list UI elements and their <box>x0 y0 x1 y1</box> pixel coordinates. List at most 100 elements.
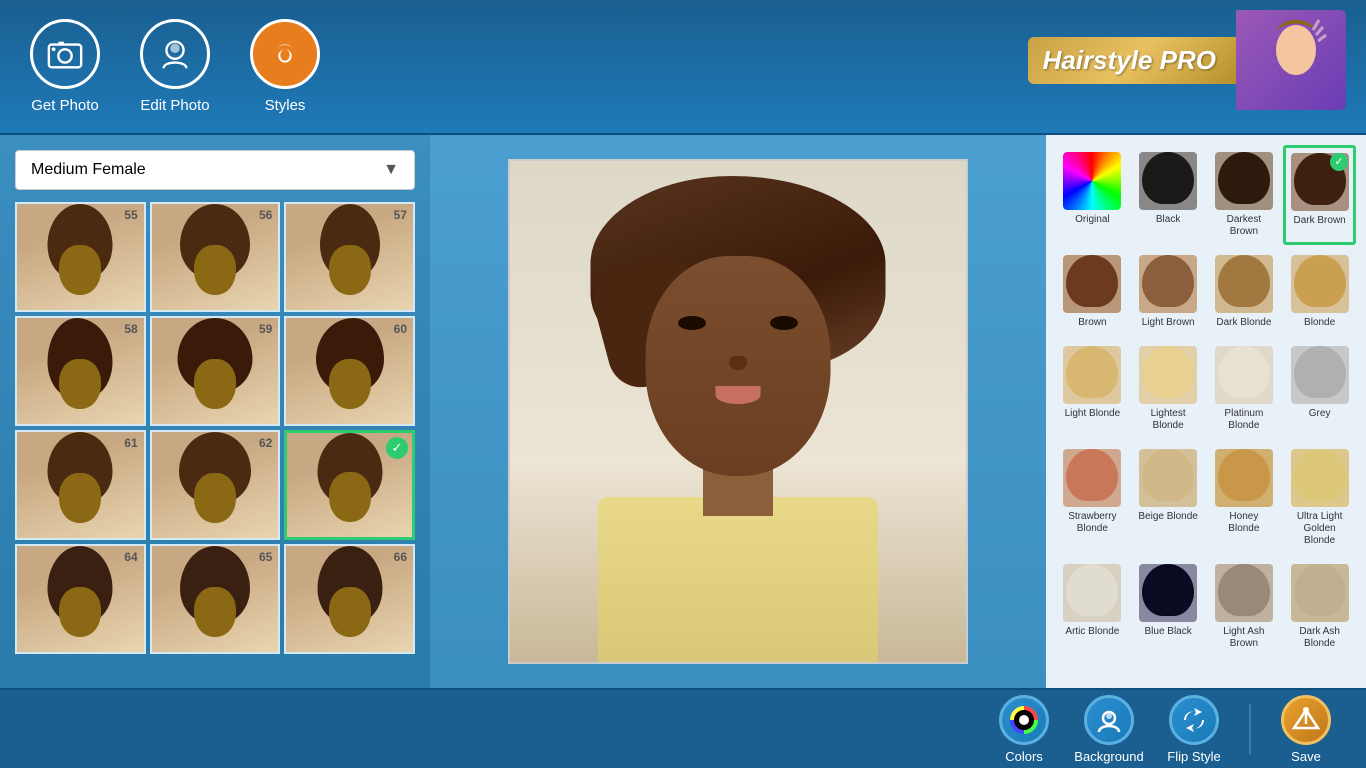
style-57[interactable]: 57 <box>284 202 415 312</box>
artic-blonde-label: Artic Blonde <box>1065 626 1119 638</box>
darkest-brown-label: Darkest Brown <box>1213 214 1276 238</box>
color-grid: Original Black Darkest Brown <box>1056 145 1356 657</box>
flip-style-button[interactable]: Flip Style <box>1154 695 1234 764</box>
color-dark-blonde[interactable]: Dark Blonde <box>1208 248 1281 336</box>
style-63[interactable]: ✓ <box>284 430 415 540</box>
nav-get-photo[interactable]: Get Photo <box>30 19 100 114</box>
color-honey-blonde[interactable]: Honey Blonde <box>1208 442 1281 554</box>
color-blue-black[interactable]: Blue Black <box>1132 557 1205 657</box>
background-icon <box>1084 695 1134 745</box>
color-ultra-light-golden-blonde[interactable]: Ultra Light Golden Blonde <box>1283 442 1356 554</box>
eyes <box>678 316 798 330</box>
dark-brown-swatch-img <box>1291 153 1349 211</box>
color-light-ash-brown[interactable]: Light Ash Brown <box>1208 557 1281 657</box>
blonde-label: Blonde <box>1304 317 1335 329</box>
style-59[interactable]: 59 <box>150 316 281 426</box>
save-label: Save <box>1291 749 1321 764</box>
style-64[interactable]: 64 <box>15 544 146 654</box>
color-light-blonde[interactable]: Light Blonde <box>1056 339 1129 439</box>
color-brown[interactable]: Brown <box>1056 248 1129 336</box>
toolbar-divider <box>1249 704 1251 754</box>
light-blonde-swatch-img <box>1063 346 1121 404</box>
logo-area: Hairstyle PRO <box>1028 10 1346 110</box>
strawberry-blonde-swatch-img <box>1063 449 1121 507</box>
darkest-brown-swatch-img <box>1215 152 1273 210</box>
style-56[interactable]: 56 <box>150 202 281 312</box>
lightest-blonde-label: Lightest Blonde <box>1137 408 1200 432</box>
color-grey[interactable]: Grey <box>1283 339 1356 439</box>
color-black[interactable]: Black <box>1132 145 1205 245</box>
color-blonde[interactable]: Blonde <box>1283 248 1356 336</box>
style-58[interactable]: 58 <box>15 316 146 426</box>
style-65[interactable]: 65 <box>150 544 281 654</box>
beige-blonde-swatch-img <box>1139 449 1197 507</box>
nav-edit-photo[interactable]: Edit Photo <box>140 19 210 114</box>
brown-label: Brown <box>1078 317 1106 329</box>
color-lightest-blonde[interactable]: Lightest Blonde <box>1132 339 1205 439</box>
nav-styles[interactable]: Styles <box>250 19 320 114</box>
flip-style-icon <box>1169 695 1219 745</box>
honey-blonde-swatch-img <box>1215 449 1273 507</box>
color-darkest-brown[interactable]: Darkest Brown <box>1208 145 1281 245</box>
get-photo-label: Get Photo <box>31 97 99 114</box>
beige-blonde-label: Beige Blonde <box>1138 511 1198 523</box>
center-panel <box>430 135 1046 688</box>
bottom-toolbar: Colors Background Flip Style <box>0 688 1366 768</box>
color-original[interactable]: Original <box>1056 145 1129 245</box>
brown-swatch-img <box>1063 255 1121 313</box>
right-panel: Original Black Darkest Brown <box>1046 135 1366 688</box>
black-swatch-img <box>1139 152 1197 210</box>
colors-button[interactable]: Colors <box>984 695 1064 764</box>
left-panel: Medium Female ▼ 55 56 57 58 5 <box>0 135 430 688</box>
platinum-blonde-label: Platinum Blonde <box>1213 408 1276 432</box>
color-dark-brown[interactable]: Dark Brown <box>1283 145 1356 245</box>
light-blonde-label: Light Blonde <box>1065 408 1121 420</box>
color-strawberry-blonde[interactable]: Strawberry Blonde <box>1056 442 1129 554</box>
blue-black-label: Blue Black <box>1145 626 1192 638</box>
lightest-blonde-swatch-img <box>1139 346 1197 404</box>
color-artic-blonde[interactable]: Artic Blonde <box>1056 557 1129 657</box>
style-category-dropdown[interactable]: Medium Female ▼ <box>15 150 415 190</box>
color-light-brown[interactable]: Light Brown <box>1132 248 1205 336</box>
preview-photo <box>508 159 968 664</box>
grey-swatch-img <box>1291 346 1349 404</box>
platinum-blonde-swatch-img <box>1215 346 1273 404</box>
styles-icon <box>250 19 320 89</box>
background-label: Background <box>1074 749 1143 764</box>
style-55[interactable]: 55 <box>15 202 146 312</box>
dark-ash-blonde-swatch-img <box>1291 564 1349 622</box>
style-60[interactable]: 60 <box>284 316 415 426</box>
styles-label: Styles <box>265 97 306 114</box>
style-66[interactable]: 66 <box>284 544 415 654</box>
strawberry-blonde-label: Strawberry Blonde <box>1061 511 1124 535</box>
dropdown-chevron-icon: ▼ <box>383 161 399 179</box>
black-label: Black <box>1156 214 1180 226</box>
original-swatch-img <box>1063 152 1121 210</box>
artic-blonde-swatch-img <box>1063 564 1121 622</box>
edit-photo-icon <box>140 19 210 89</box>
ultra-light-golden-blonde-swatch-img <box>1291 449 1349 507</box>
main-content: Medium Female ▼ 55 56 57 58 5 <box>0 135 1366 688</box>
body <box>598 497 878 662</box>
dark-blonde-swatch-img <box>1215 255 1273 313</box>
style-61[interactable]: 61 <box>15 430 146 540</box>
colors-icon <box>999 695 1049 745</box>
header: Get Photo Edit Photo Styles Hairstyle PR… <box>0 0 1366 135</box>
light-brown-swatch-img <box>1139 255 1197 313</box>
color-beige-blonde[interactable]: Beige Blonde <box>1132 442 1205 554</box>
background-button[interactable]: Background <box>1069 695 1149 764</box>
woman-illustration <box>510 161 966 662</box>
light-ash-brown-label: Light Ash Brown <box>1213 626 1276 650</box>
color-platinum-blonde[interactable]: Platinum Blonde <box>1208 339 1281 439</box>
style-62[interactable]: 62 <box>150 430 281 540</box>
light-ash-brown-swatch-img <box>1215 564 1273 622</box>
honey-blonde-label: Honey Blonde <box>1213 511 1276 535</box>
flip-style-label: Flip Style <box>1167 749 1220 764</box>
app-title: Hairstyle PRO <box>1028 37 1236 84</box>
save-button[interactable]: Save <box>1266 695 1346 764</box>
selected-checkmark: ✓ <box>386 437 408 459</box>
color-dark-ash-blonde[interactable]: Dark Ash Blonde <box>1283 557 1356 657</box>
grey-label: Grey <box>1309 408 1331 420</box>
dark-ash-blonde-label: Dark Ash Blonde <box>1288 626 1351 650</box>
logo-illustration <box>1236 10 1346 110</box>
